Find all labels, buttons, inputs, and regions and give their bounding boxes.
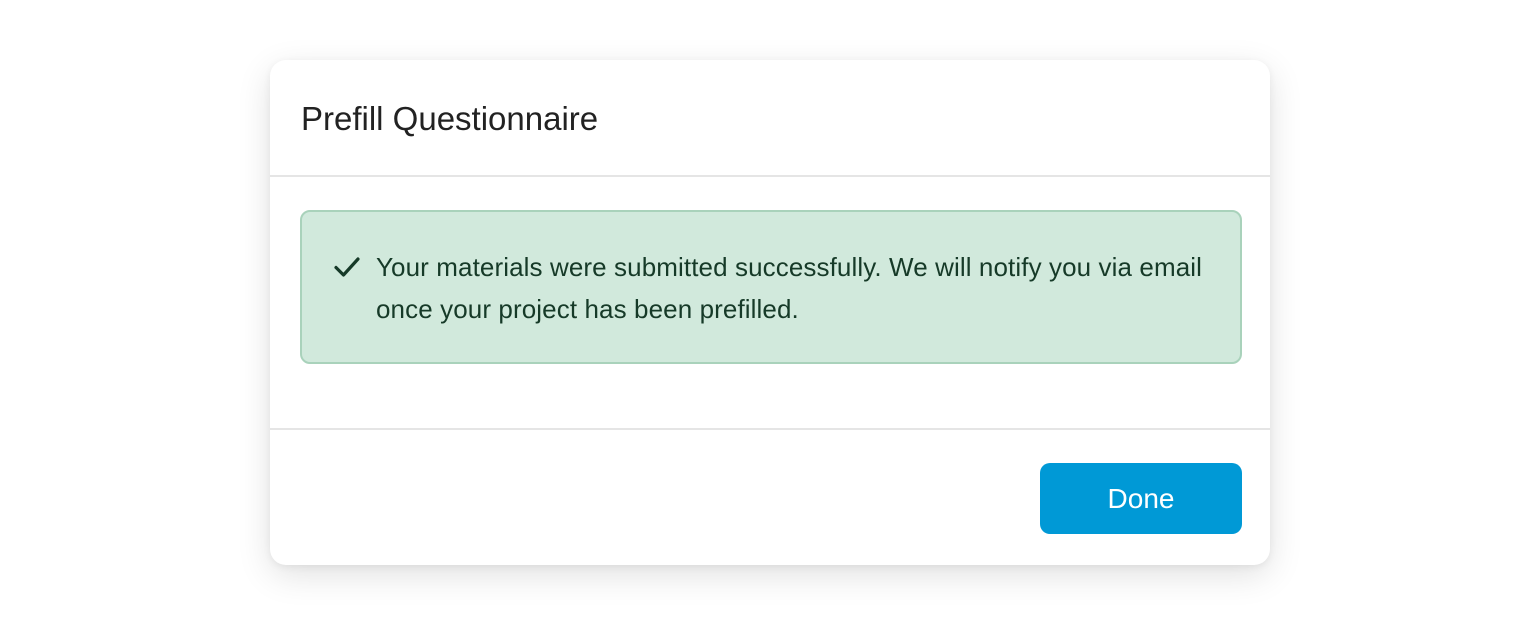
done-button[interactable]: Done [1040,463,1242,534]
dialog-title: Prefill Questionnaire [301,100,599,137]
success-alert: Your materials were submitted successful… [300,210,1242,364]
dialog-header: Prefill Questionnaire [270,60,1270,177]
success-message: Your materials were submitted successful… [376,252,1203,324]
prefill-questionnaire-dialog: Prefill Questionnaire Your materials wer… [270,60,1270,565]
dialog-footer: Done [270,428,1270,565]
check-icon [334,257,360,277]
